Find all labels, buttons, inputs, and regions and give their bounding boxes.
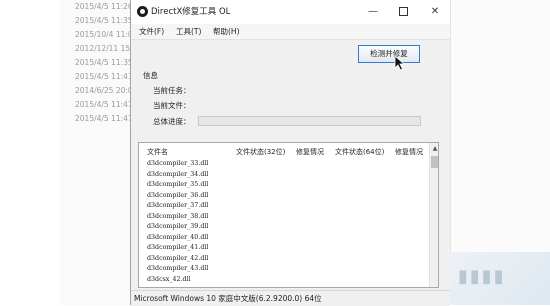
table-row[interactable]: d3dcompiler_35.dll (147, 181, 208, 188)
bg-date: 2015/4/5 11:41 (75, 72, 133, 81)
bg-date: 2015/4/5 11:47 (75, 100, 133, 109)
window-title: DirectX修复工具 OL (151, 7, 231, 17)
directx-repair-window: DirectX修复工具 OL — ✕ 文件(F) 工具(T) 帮助(H) 检测并… (130, 0, 450, 306)
info-heading: 信息 (143, 71, 158, 80)
total-progress-label: 总体进度： (153, 117, 191, 126)
table-row[interactable]: d3dcompiler_40.dll (147, 234, 208, 241)
column-header-status-32[interactable]: 文件状态(32位) (236, 147, 285, 157)
close-button[interactable]: ✕ (421, 0, 449, 24)
current-file-label: 当前文件： (153, 101, 191, 110)
title-bar[interactable]: DirectX修复工具 OL — ✕ (131, 0, 450, 25)
current-task-label: 当前任务： (153, 86, 191, 95)
table-row[interactable]: d3dcompiler_37.dll (147, 202, 208, 209)
check-and-repair-button[interactable]: 检测并修复 (358, 45, 420, 63)
bg-date: 2015/10/4 11:05 (75, 30, 138, 39)
total-progress-bar (198, 116, 421, 126)
table-row[interactable]: d3dcompiler_41.dll (147, 244, 208, 251)
bg-date: 2015/4/5 11:35 (75, 16, 133, 25)
bg-date: 2015/4/5 11:26 (75, 2, 133, 11)
column-header-status-64[interactable]: 文件状态(64位) (335, 147, 384, 157)
table-row[interactable]: d3dcompiler_33.dll (147, 160, 208, 167)
watermark-shape: ▮▮▮▮ (458, 266, 506, 287)
vertical-scrollbar[interactable]: ▲ (429, 143, 438, 287)
bg-date: 2014/6/25 20:0 (75, 86, 133, 95)
minimize-button[interactable]: — (359, 0, 387, 24)
scroll-thumb[interactable] (431, 156, 438, 168)
background-file-list: 2015/4/5 11:26 2015/4/5 11:35 2015/10/4 … (60, 0, 140, 305)
column-header-repair-32[interactable]: 修复情况 (296, 147, 324, 157)
menu-help[interactable]: 帮助(H) (213, 24, 240, 39)
app-icon (137, 6, 148, 17)
column-header-repair-64[interactable]: 修复情况 (395, 147, 423, 157)
menu-tools[interactable]: 工具(T) (176, 24, 201, 39)
scroll-up-icon[interactable]: ▲ (430, 144, 438, 154)
table-row[interactable]: d3dcompiler_42.dll (147, 255, 208, 262)
maximize-button[interactable] (389, 0, 417, 24)
table-row[interactable]: d3dcompiler_39.dll (147, 223, 208, 230)
file-status-table: 文件名 文件状态(32位) 修复情况 文件状态(64位) 修复情况 d3dcom… (138, 142, 439, 288)
os-version-status: Microsoft Windows 10 家庭中文版(6.2.9200.0) 6… (134, 294, 322, 303)
column-header-filename[interactable]: 文件名 (147, 147, 168, 157)
bg-date: 2012/12/11 15: (75, 44, 133, 53)
bg-date: 2015/4/5 11:47 (75, 114, 133, 123)
bg-date: 2015/4/5 11:35 (75, 58, 133, 67)
menu-bar: 文件(F) 工具(T) 帮助(H) (131, 24, 450, 40)
table-row[interactable]: d3dcompiler_34.dll (147, 171, 208, 178)
maximize-icon (398, 6, 408, 16)
table-row[interactable]: d3dcompiler_43.dll (147, 265, 208, 272)
menu-file[interactable]: 文件(F) (139, 24, 164, 39)
status-bar: Microsoft Windows 10 家庭中文版(6.2.9200.0) 6… (131, 290, 450, 306)
cursor-icon (394, 55, 406, 71)
table-row[interactable]: d3dcsx_42.dll (147, 276, 191, 283)
table-row[interactable]: d3dcompiler_36.dll (147, 192, 208, 199)
table-row[interactable]: d3dcompiler_38.dll (147, 213, 208, 220)
